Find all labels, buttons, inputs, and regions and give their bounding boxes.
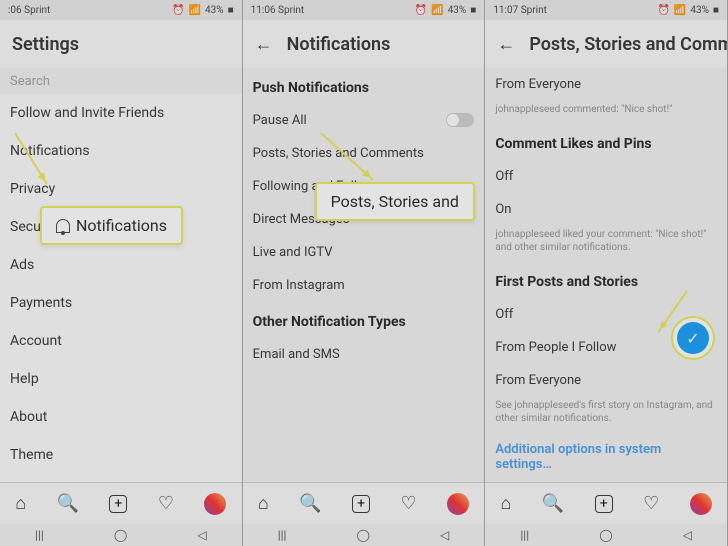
create-icon[interactable] (109, 495, 127, 513)
back-icon[interactable]: ← (497, 34, 515, 55)
page-title: Settings (12, 34, 79, 55)
profile-avatar[interactable] (204, 493, 226, 515)
page-title: Posts, Stories and Comm (529, 34, 728, 55)
status-bar: 11:07 Sprint ⏰📶43%■ (485, 0, 727, 20)
header: ← Notifications (243, 20, 485, 68)
section-push: Push Notifications (243, 68, 485, 104)
settings-item-theme[interactable]: Theme (0, 436, 242, 474)
profile-avatar[interactable] (447, 493, 469, 515)
helper-text: See johnappleseed's first story on Insta… (485, 397, 727, 433)
home-icon[interactable]: ⌂ (501, 493, 512, 514)
opt-on[interactable]: On (485, 193, 727, 226)
system-nav: ||| ◯ ◁ (0, 524, 242, 546)
create-icon[interactable] (352, 495, 370, 513)
back-button[interactable]: ◁ (197, 528, 206, 542)
settings-item-payments[interactable]: Payments (0, 284, 242, 322)
from-instagram[interactable]: From Instagram (243, 269, 485, 302)
settings-item-help[interactable]: Help (0, 360, 242, 398)
helper-text: johnappleseed liked your comment: "Nice … (485, 226, 727, 262)
settings-item-privacy[interactable]: Privacy (0, 170, 242, 208)
activity-icon[interactable]: ♡ (643, 493, 659, 514)
search-input[interactable]: Search (0, 68, 242, 95)
system-nav: ||| ◯ ◁ (485, 524, 727, 546)
home-button[interactable]: ◯ (114, 528, 127, 542)
opt-from-everyone[interactable]: From Everyone (485, 68, 727, 101)
toggle-off[interactable] (446, 113, 474, 127)
status-icons: ⏰📶43%■ (415, 5, 477, 16)
checkmark-icon: ✓ (677, 322, 709, 354)
settings-item-account[interactable]: Account (0, 322, 242, 360)
home-icon[interactable]: ⌂ (258, 493, 269, 514)
section-first-posts: First Posts and Stories (485, 262, 727, 298)
settings-item-ads[interactable]: Ads (0, 246, 242, 284)
back-icon[interactable]: ← (255, 34, 273, 55)
settings-item-about[interactable]: About (0, 398, 242, 436)
header: ← Posts, Stories and Comm (485, 20, 727, 68)
status-time: 11:06 Sprint (251, 5, 305, 16)
home-button[interactable]: ◯ (357, 528, 370, 542)
opt-off[interactable]: Off (485, 160, 727, 193)
callout-notifications: Notifications (40, 206, 183, 245)
settings-item-follow[interactable]: Follow and Invite Friends (0, 94, 242, 132)
switch-professional[interactable]: witch to Professional Account (0, 474, 242, 482)
search-icon[interactable]: 🔍 (299, 493, 321, 514)
panel-notifications: 11:06 Sprint ⏰📶43%■ ← Notifications Push… (243, 0, 486, 546)
panel-posts-stories: 11:07 Sprint ⏰📶43%■ ← Posts, Stories and… (485, 0, 728, 546)
opt-from-everyone-2[interactable]: From Everyone (485, 364, 727, 397)
bell-icon (56, 219, 70, 233)
live-igtv[interactable]: Live and IGTV (243, 236, 485, 269)
status-bar: :06 Sprint ⏰📶43%■ (0, 0, 242, 20)
header: Settings (0, 20, 242, 68)
status-time: 11:07 Sprint (493, 5, 547, 16)
activity-icon[interactable]: ♡ (158, 493, 174, 514)
back-button[interactable]: ◁ (683, 528, 692, 542)
status-icons: ⏰📶43%■ (657, 5, 719, 16)
callout-posts-stories: Posts, Stories and (315, 182, 475, 221)
recent-apps[interactable]: ||| (520, 528, 529, 542)
helper-text: johnappleseed commented: "Nice shot!" (485, 101, 727, 124)
posts-stories-comments[interactable]: Posts, Stories and Comments (243, 137, 485, 170)
recent-apps[interactable]: ||| (35, 528, 44, 542)
bottom-nav: ⌂ 🔍 ♡ (0, 482, 242, 524)
system-nav: ||| ◯ ◁ (243, 524, 485, 546)
search-icon[interactable]: 🔍 (57, 493, 79, 514)
additional-options-link[interactable]: Additional options in system settings… (485, 433, 727, 481)
bottom-nav: ⌂ 🔍 ♡ (243, 482, 485, 524)
activity-icon[interactable]: ♡ (400, 493, 416, 514)
page-title: Notifications (287, 34, 391, 55)
section-comment-likes: Comment Likes and Pins (485, 124, 727, 160)
home-icon[interactable]: ⌂ (15, 493, 26, 514)
email-sms[interactable]: Email and SMS (243, 338, 485, 371)
search-icon[interactable]: 🔍 (542, 493, 564, 514)
panel-settings: :06 Sprint ⏰📶43%■ Settings Search Follow… (0, 0, 243, 546)
pause-all[interactable]: Pause All (243, 104, 485, 137)
bottom-nav: ⌂ 🔍 ♡ (485, 482, 727, 524)
status-bar: 11:06 Sprint ⏰📶43%■ (243, 0, 485, 20)
profile-avatar[interactable] (690, 493, 712, 515)
home-button[interactable]: ◯ (599, 528, 612, 542)
section-other: Other Notification Types (243, 302, 485, 338)
status-icons: ⏰📶43%■ (172, 5, 234, 16)
back-button[interactable]: ◁ (440, 528, 449, 542)
recent-apps[interactable]: ||| (278, 528, 287, 542)
create-icon[interactable] (595, 495, 613, 513)
status-time: :06 Sprint (8, 5, 50, 16)
